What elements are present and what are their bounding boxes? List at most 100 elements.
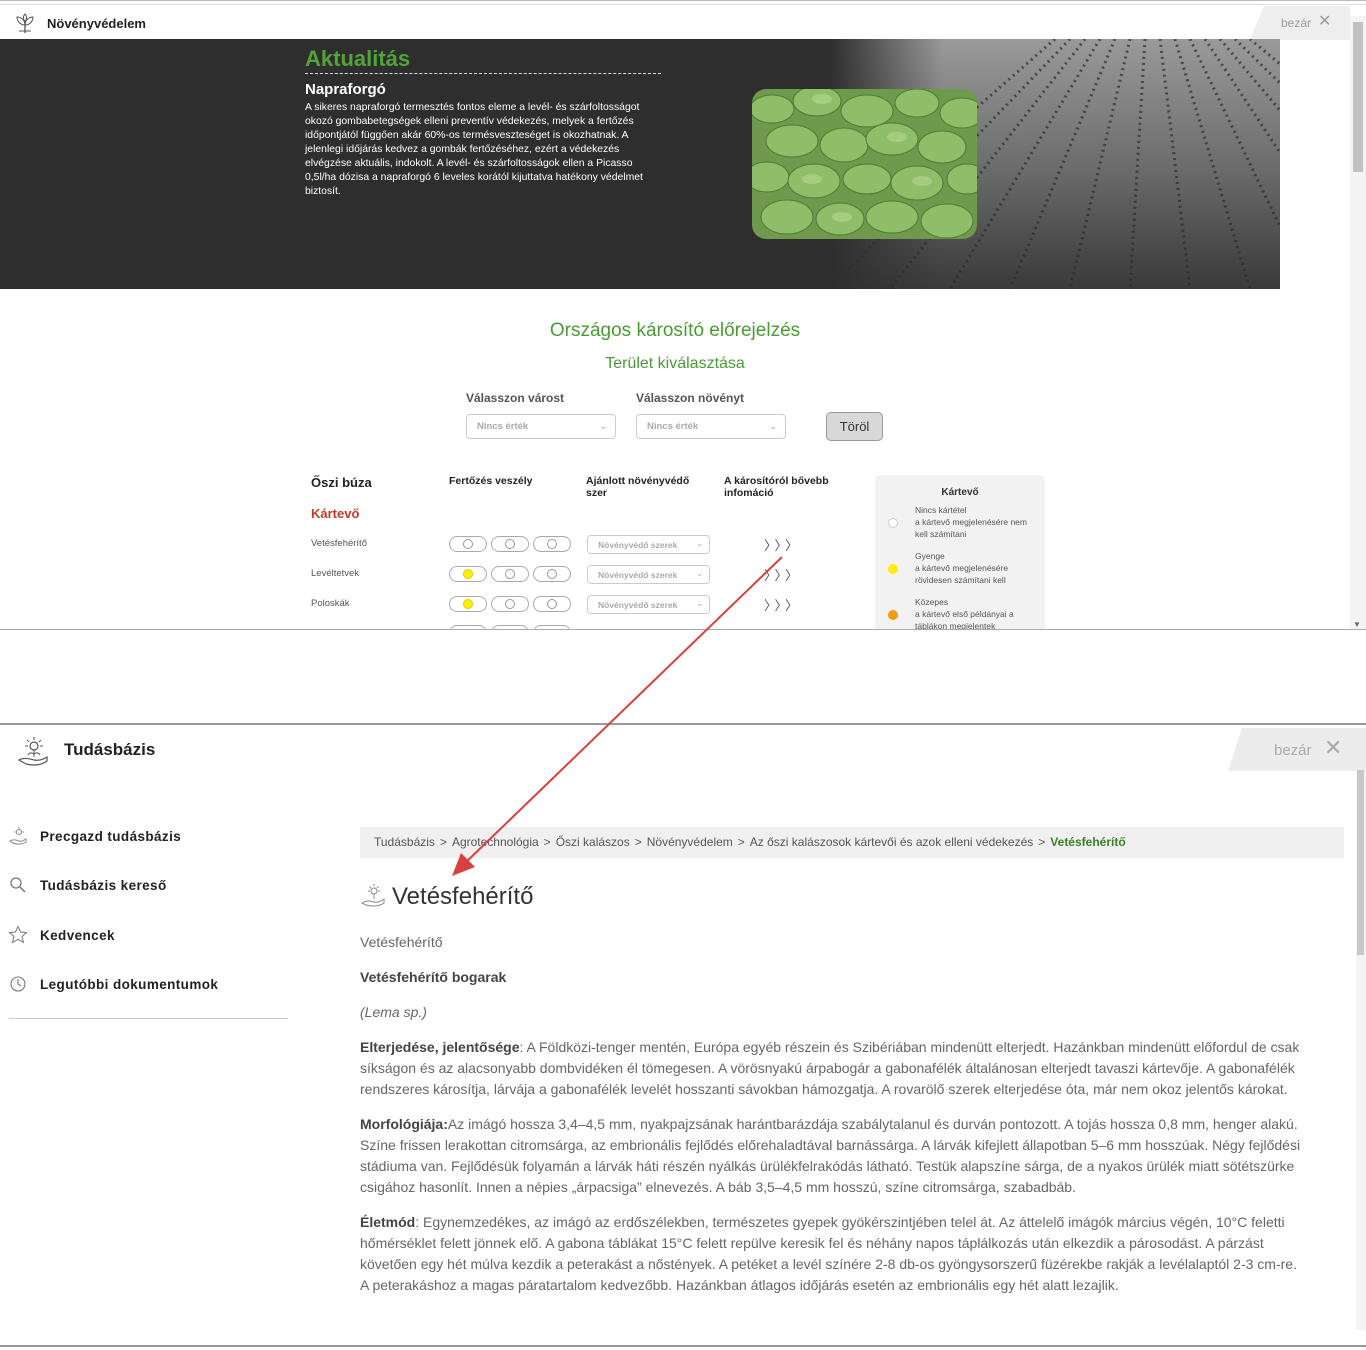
- top-window-header: Növényvédelem bezár ✕: [0, 4, 1366, 40]
- document-title: Vetésfehérítő: [392, 883, 534, 910]
- scrollbar[interactable]: ▼: [1350, 16, 1366, 630]
- city-label: Válasszon várost: [466, 391, 565, 405]
- banner-text: A sikeres napraforgó termesztés fontos e…: [305, 102, 643, 197]
- table-row: Levéltetvek Növényvédő szerek ⌄ 〉〉〉: [0, 564, 870, 584]
- bold-heading: Vetésfehérítő bogarak: [360, 969, 507, 985]
- risk-dot: [547, 539, 557, 549]
- risk-dot: [547, 599, 557, 609]
- product-select[interactable]: Növényvédő szerek ⌄: [587, 535, 710, 554]
- section-text: Az imágó hossza 3,4–4,5 mm, nyakpajzsána…: [360, 1116, 1301, 1195]
- chevron-down-icon: ⌄: [769, 421, 777, 431]
- legend-text: Gyenge a kártevő megjelenésére rövidesen …: [915, 550, 1035, 586]
- risk-dot: [463, 599, 473, 609]
- legend-text: Nincs kártétel a kártevő megjelenésére ne…: [915, 504, 1035, 540]
- nav-item-recent[interactable]: Legutóbbi dokumentumok: [0, 974, 290, 998]
- plant-select-value: Nincs érték: [647, 421, 699, 432]
- document-content: Vetésfehérítő Vetésfehérítő bogarak (Lem…: [360, 932, 1304, 1310]
- section-text: : Egynemzedékes, az imágó az erdőszélekb…: [360, 1214, 1297, 1293]
- chevron-down-icon: ⌄: [696, 569, 703, 578]
- product-select[interactable]: Növényvédő szerek ⌄: [587, 595, 710, 614]
- paragraph: Vetésfehérítő: [360, 934, 443, 950]
- table-row: Vetésfehérítő Növényvédő szerek ⌄ 〉〉〉: [0, 534, 870, 554]
- clear-button[interactable]: Töröl: [826, 412, 883, 441]
- legend-name: Gyenge: [915, 551, 945, 561]
- breadcrumb-link[interactable]: Agrotechnológia: [452, 835, 539, 849]
- breadcrumb-link[interactable]: Növényvédelem: [647, 835, 733, 849]
- nav-divider: [9, 1018, 288, 1019]
- close-icon[interactable]: ✕: [1324, 737, 1342, 759]
- city-select-value: Nincs érték: [477, 421, 529, 432]
- plant-logo-icon: [16, 13, 34, 33]
- risk-cell: [449, 566, 487, 582]
- window-title: Növényvédelem: [47, 16, 146, 31]
- breadcrumb-link[interactable]: Őszi kalászos: [556, 835, 630, 849]
- pest-category: Kártevő: [311, 506, 360, 521]
- close-button[interactable]: bezár ✕: [1250, 6, 1350, 40]
- info-chevrons-icon[interactable]: 〉〉〉: [764, 535, 802, 554]
- nav-label: Precgazd tudásbázis: [40, 829, 182, 844]
- breadcrumb: Tudásbázis > Agrotechnológia > Őszi kalászos…: [360, 827, 1344, 858]
- product-select-value: Növényvédő szerek: [598, 600, 678, 610]
- plant-label: Válasszon növényt: [636, 391, 745, 405]
- breadcrumb-link[interactable]: Az őszi kalászosok kártevői és azok elle…: [750, 835, 1033, 849]
- column-header-info: A károsítóról bővebb infomáció: [724, 475, 829, 499]
- legend-text: Közepes a kártevő első példányai a táblák…: [915, 596, 1035, 630]
- chevron-down-icon: ⌄: [696, 539, 703, 548]
- scrollbar[interactable]: [1356, 770, 1366, 1330]
- paragraph: Vetésfehérítő bogarak: [360, 967, 1304, 988]
- pest-name: Levéltetvek: [311, 568, 360, 579]
- knowledge-base-window: Tudásbázis bezár ✕ Precgazd tudásbázis T…: [0, 723, 1366, 1350]
- product-select[interactable]: Növényvédő szerek ⌄: [587, 565, 710, 584]
- risk-cell: [491, 536, 529, 552]
- banner-divider: [305, 73, 661, 74]
- legend-name: Közepes: [915, 597, 949, 607]
- section-label: Morfológiája:: [360, 1116, 448, 1132]
- plant-select[interactable]: Nincs érték ⌄: [636, 414, 786, 439]
- risk-cell: [491, 596, 529, 612]
- plant-protection-window: Növényvédelem bezár ✕ Aktualitás Naprafo…: [0, 0, 1366, 630]
- risk-cell: [533, 596, 571, 612]
- product-select-value: Növényvédő szerek: [598, 540, 678, 550]
- chevron-down-icon: ⌄: [599, 421, 607, 431]
- paragraph: Elterjedése, jelentősége: A Földközi-ten…: [360, 1037, 1304, 1100]
- risk-cell: [449, 596, 487, 612]
- close-label: bezár: [1281, 16, 1312, 30]
- legend-panel: Kártevő Nincs kártétel a kártevő megjelen…: [875, 475, 1045, 630]
- paragraph: (Lema sp.): [360, 1002, 1304, 1023]
- info-chevrons-icon[interactable]: 〉〉〉: [764, 595, 802, 614]
- legend-desc: a kártevő első példányai a táblákon megj…: [915, 609, 1014, 630]
- news-banner: Aktualitás Napraforgó A sikeres naprafor…: [0, 39, 1280, 289]
- forecast-title: Országos károsító előrejelzés: [549, 320, 801, 341]
- nav-item-search[interactable]: Tudásbázis kereső: [0, 875, 290, 899]
- info-chevrons-icon[interactable]: 〉〉〉: [764, 565, 802, 584]
- legend-desc: a kártevő megjelenésére nem kell számíta…: [915, 517, 1027, 539]
- risk-cell: [491, 566, 529, 582]
- nav-label: Tudásbázis kereső: [40, 878, 167, 893]
- section-label: Életmód: [360, 1214, 416, 1230]
- breadcrumb-link[interactable]: Tudásbázis: [374, 835, 435, 849]
- scrollbar-thumb[interactable]: [1357, 770, 1364, 955]
- product-select-value: Növényvédő szerek: [598, 570, 678, 580]
- sunflower-field-photo: [752, 89, 977, 239]
- nav-item-favorites[interactable]: Kedvencek: [0, 925, 290, 949]
- chevron-down-icon: ⌄: [696, 599, 703, 608]
- paragraph: Morfológiája:Az imágó hossza 3,4–4,5 mm,…: [360, 1114, 1304, 1198]
- risk-dot: [547, 569, 557, 579]
- latin-name: (Lema sp.): [360, 1004, 427, 1020]
- plant-hand-icon: [9, 827, 27, 845]
- risk-dot: [505, 599, 515, 609]
- banner-subheading: Napraforgó: [305, 81, 386, 98]
- risk-cell: [449, 536, 487, 552]
- section-label: Elterjedése, jelentősége: [360, 1039, 520, 1055]
- nav-item-precgazd[interactable]: Precgazd tudásbázis: [0, 826, 290, 850]
- search-icon: [10, 877, 26, 893]
- window-border: [0, 1345, 1366, 1347]
- scrollbar-thumb[interactable]: [1353, 22, 1363, 172]
- close-button[interactable]: bezár ✕: [1228, 728, 1366, 771]
- close-icon[interactable]: ✕: [1318, 14, 1331, 30]
- risk-dot: [505, 569, 515, 579]
- scroll-down-icon[interactable]: ▼: [1353, 620, 1361, 629]
- risk-dot: [463, 539, 473, 549]
- legend-color-dot: [888, 564, 898, 574]
- city-select[interactable]: Nincs érték ⌄: [466, 414, 616, 439]
